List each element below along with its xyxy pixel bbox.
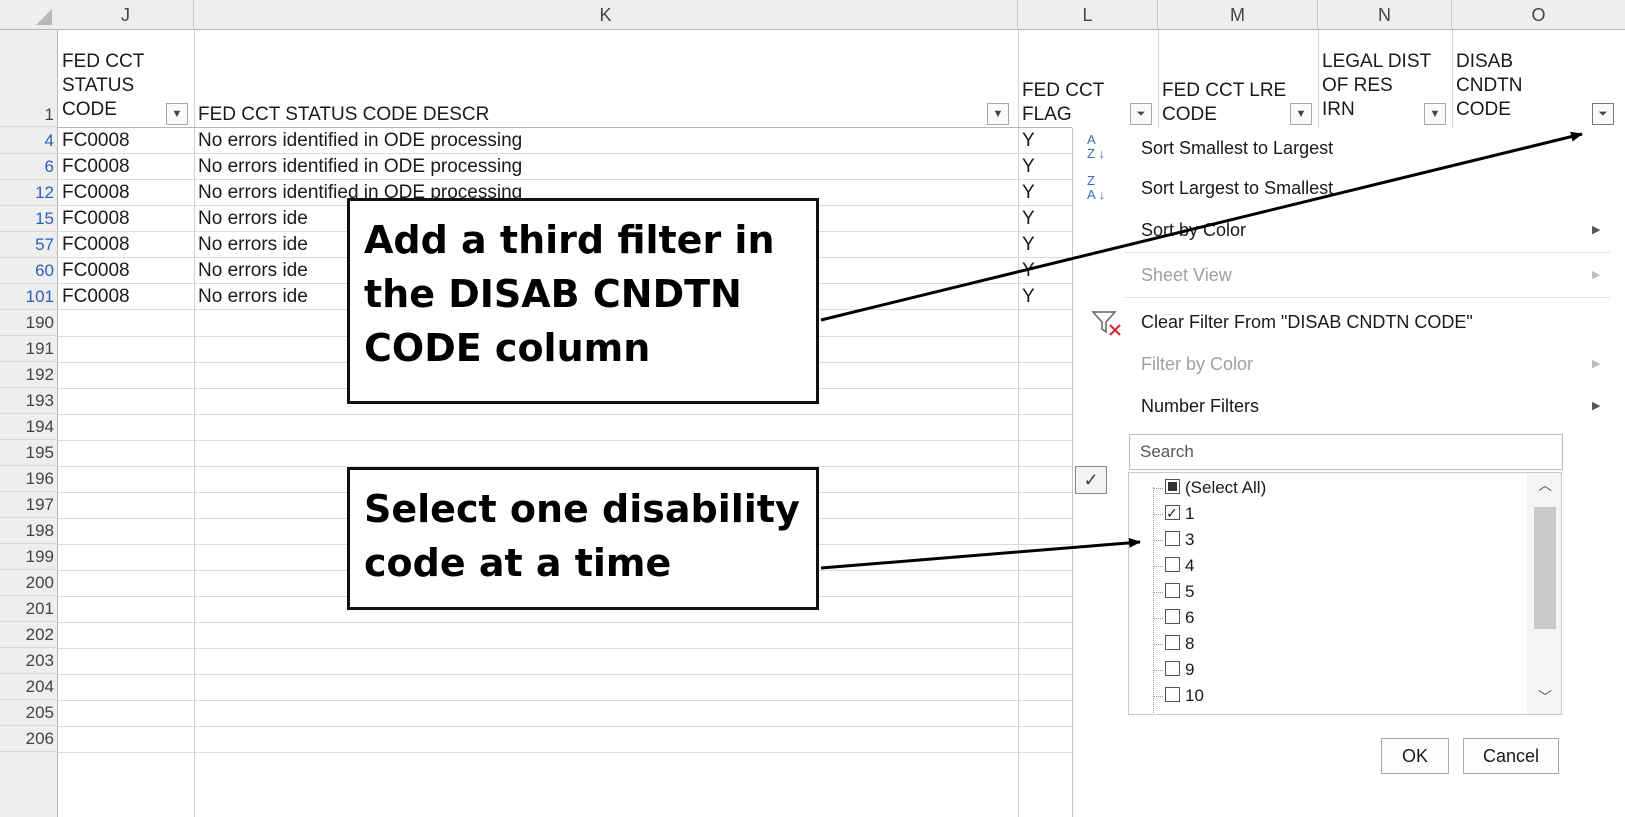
arrow-to-disab-filter <box>820 131 1583 322</box>
arrow-to-filter-list <box>820 537 1141 570</box>
annotation-arrows <box>820 131 1583 570</box>
